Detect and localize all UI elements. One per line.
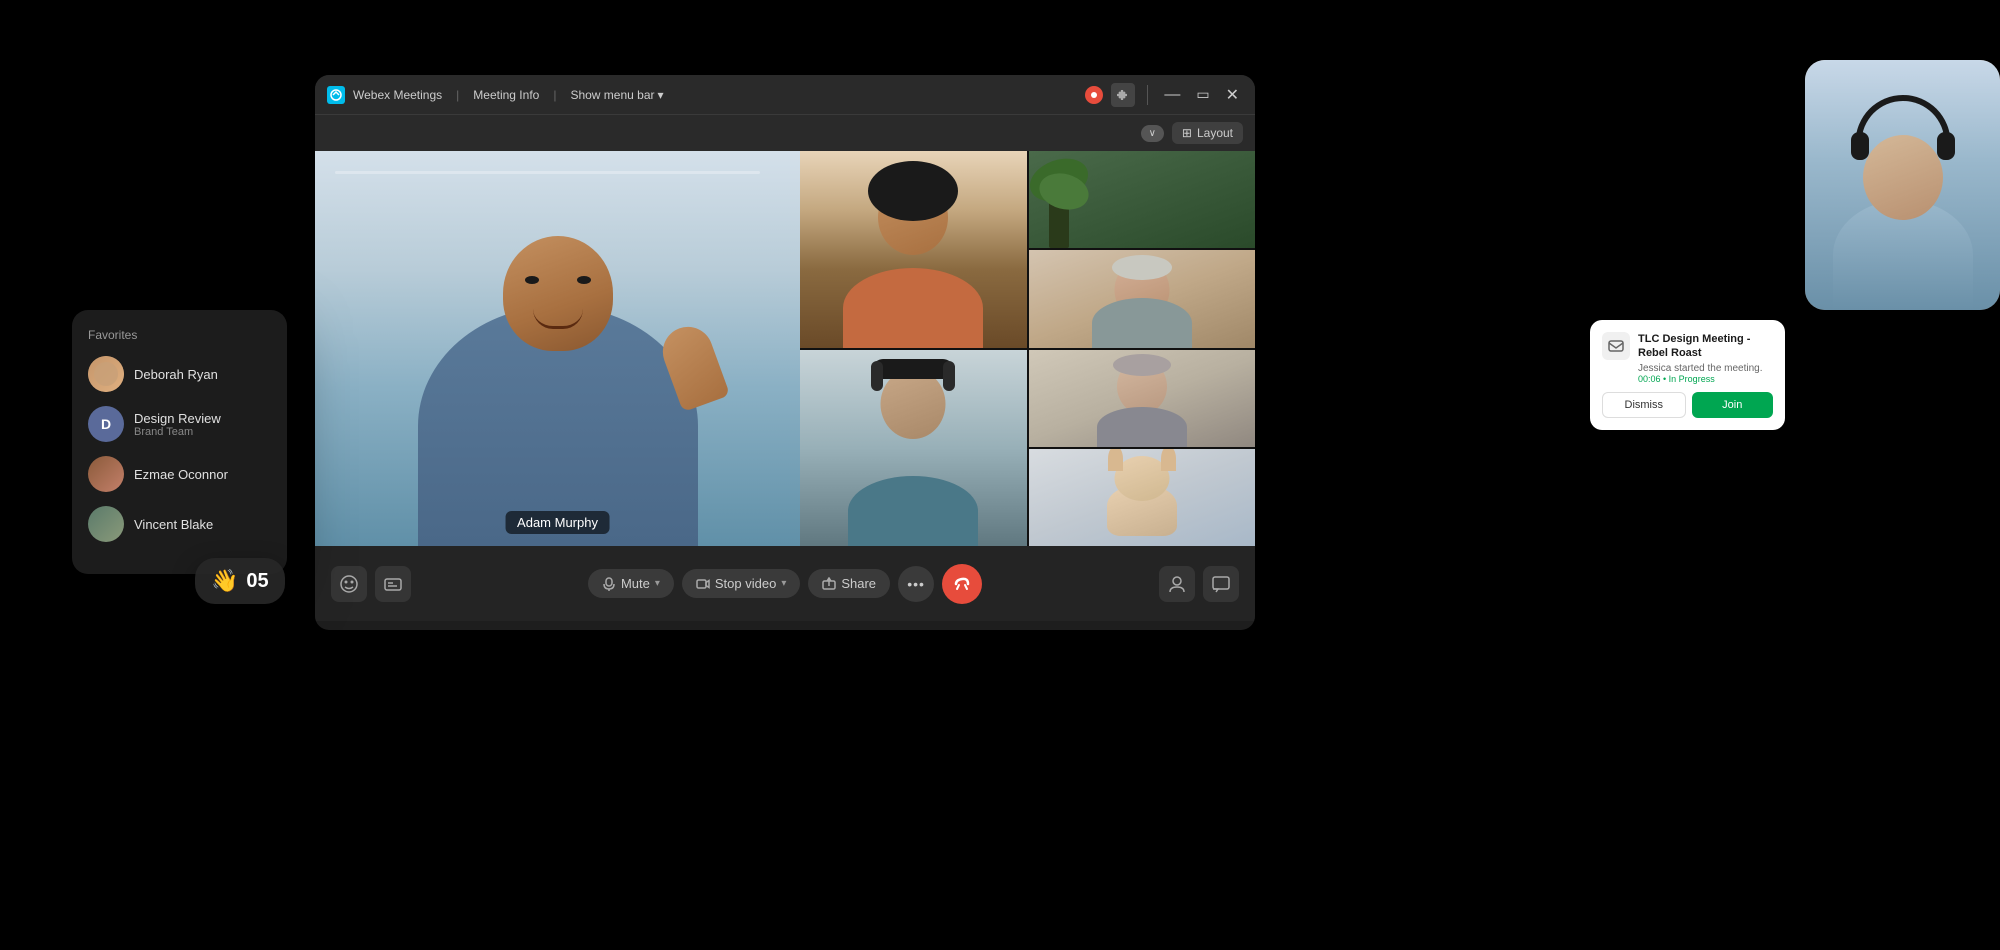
record-icon[interactable]: [1085, 86, 1103, 104]
participant-grid: [800, 151, 1255, 546]
video-cell-3: [1029, 250, 1256, 347]
speaker-name: Adam Murphy: [517, 515, 598, 530]
favorite-item-deborah[interactable]: Deborah Ryan: [88, 356, 271, 392]
toolbar-strip: ∨ ⊞ Layout: [315, 115, 1255, 151]
main-speaker-video: Adam Murphy: [315, 151, 800, 546]
favorite-name-ezmae: Ezmae Oconnor: [134, 467, 228, 482]
title-bar: Webex Meetings | Meeting Info | Show men…: [315, 75, 1255, 115]
settings-icon[interactable]: [1111, 83, 1135, 107]
wave-badge: 👋 05: [195, 558, 285, 604]
emoji-button[interactable]: [331, 566, 367, 602]
title-bar-left: Webex Meetings | Meeting Info | Show men…: [327, 86, 1085, 104]
controls-right: [1159, 566, 1239, 602]
notification-description: Jessica started the meeting.: [1638, 363, 1773, 374]
layout-icon: ⊞: [1182, 126, 1192, 140]
controls-bar: Mute ▾ Stop video ▾ Share •••: [315, 546, 1255, 621]
chat-button[interactable]: [1203, 566, 1239, 602]
avatar-deborah: [88, 356, 124, 392]
speaker-name-tag: Adam Murphy: [505, 511, 610, 534]
meeting-window: Webex Meetings | Meeting Info | Show men…: [315, 75, 1255, 630]
notification-actions: Dismiss Join: [1602, 392, 1773, 418]
share-button[interactable]: Share: [808, 569, 890, 598]
minimize-button[interactable]: —: [1160, 86, 1184, 104]
favorite-item-design[interactable]: D Design Review Brand Team: [88, 406, 271, 442]
controls-left: [331, 566, 411, 602]
caption-button[interactable]: [375, 566, 411, 602]
mute-button[interactable]: Mute ▾: [588, 569, 674, 598]
more-options-button[interactable]: •••: [898, 566, 934, 602]
favorite-info-ezmae: Ezmae Oconnor: [134, 467, 228, 482]
close-button[interactable]: ✕: [1222, 85, 1243, 105]
favorite-name-design: Design Review: [134, 411, 221, 426]
divider: [1147, 85, 1148, 105]
avatar-vincent: [88, 506, 124, 542]
participants-button[interactable]: [1159, 566, 1195, 602]
favorites-panel: Favorites Deborah Ryan D Design Review B…: [72, 310, 287, 574]
avatar-ezmae: [88, 456, 124, 492]
video-cell-4: [800, 350, 1027, 547]
avatar-design: D: [88, 406, 124, 442]
controls-center: Mute ▾ Stop video ▾ Share •••: [588, 564, 982, 604]
favorite-item-ezmae[interactable]: Ezmae Oconnor: [88, 456, 271, 492]
title-divider: |: [456, 88, 459, 102]
title-bar-right: — ▭ ✕: [1085, 83, 1243, 107]
notification-icon: [1602, 332, 1630, 360]
notification-title: TLC Design Meeting - Rebel Roast: [1638, 332, 1773, 361]
join-button[interactable]: Join: [1692, 392, 1774, 418]
bg-shelf: [335, 171, 760, 174]
right-person-inner: [1805, 60, 2000, 310]
mute-chevron-icon: ▾: [655, 578, 660, 589]
favorite-info-design: Design Review Brand Team: [134, 411, 221, 438]
favorite-info-deborah: Deborah Ryan: [134, 367, 218, 382]
person-head: [503, 236, 613, 351]
favorite-name-vincent: Vincent Blake: [134, 517, 213, 532]
notification-status: 00:06 • In Progress: [1638, 374, 1773, 384]
maximize-button[interactable]: ▭: [1192, 86, 1213, 103]
stop-video-button[interactable]: Stop video ▾: [682, 569, 800, 598]
right-person-photo: [1805, 60, 2000, 310]
chevron-down-icon: ▾: [658, 88, 664, 102]
notification-header: TLC Design Meeting - Rebel Roast Jessica…: [1602, 332, 1773, 384]
video-cell-6: [1029, 449, 1256, 546]
collapse-button[interactable]: ∨: [1141, 125, 1164, 142]
meeting-info-button[interactable]: Meeting Info: [473, 88, 539, 102]
show-menu-bar-button[interactable]: Show menu bar ▾: [570, 88, 663, 102]
end-call-button[interactable]: [942, 564, 982, 604]
favorite-info-vincent: Vincent Blake: [134, 517, 213, 532]
eye-left: [525, 276, 539, 284]
layout-button[interactable]: ⊞ Layout: [1172, 122, 1243, 144]
favorites-title: Favorites: [88, 328, 271, 342]
dismiss-button[interactable]: Dismiss: [1602, 392, 1686, 418]
wave-count: 05: [246, 570, 268, 593]
webex-logo-icon: [327, 86, 345, 104]
eye-right: [577, 276, 591, 284]
video-chevron-icon: ▾: [781, 578, 786, 589]
app-title: Webex Meetings: [353, 88, 442, 102]
wave-emoji-icon: 👋: [211, 568, 238, 594]
notification-content: TLC Design Meeting - Rebel Roast Jessica…: [1638, 332, 1773, 384]
smile: [533, 309, 583, 329]
favorite-name-deborah: Deborah Ryan: [134, 367, 218, 382]
title-divider-2: |: [553, 88, 556, 102]
notification-card: TLC Design Meeting - Rebel Roast Jessica…: [1590, 320, 1785, 430]
video-cell-2: [1029, 151, 1256, 248]
video-cell-1: [800, 151, 1027, 348]
favorite-subtitle-design: Brand Team: [134, 426, 221, 438]
video-cell-5: [1029, 350, 1256, 447]
video-area: Adam Murphy: [315, 151, 1255, 546]
favorite-item-vincent[interactable]: Vincent Blake: [88, 506, 271, 542]
